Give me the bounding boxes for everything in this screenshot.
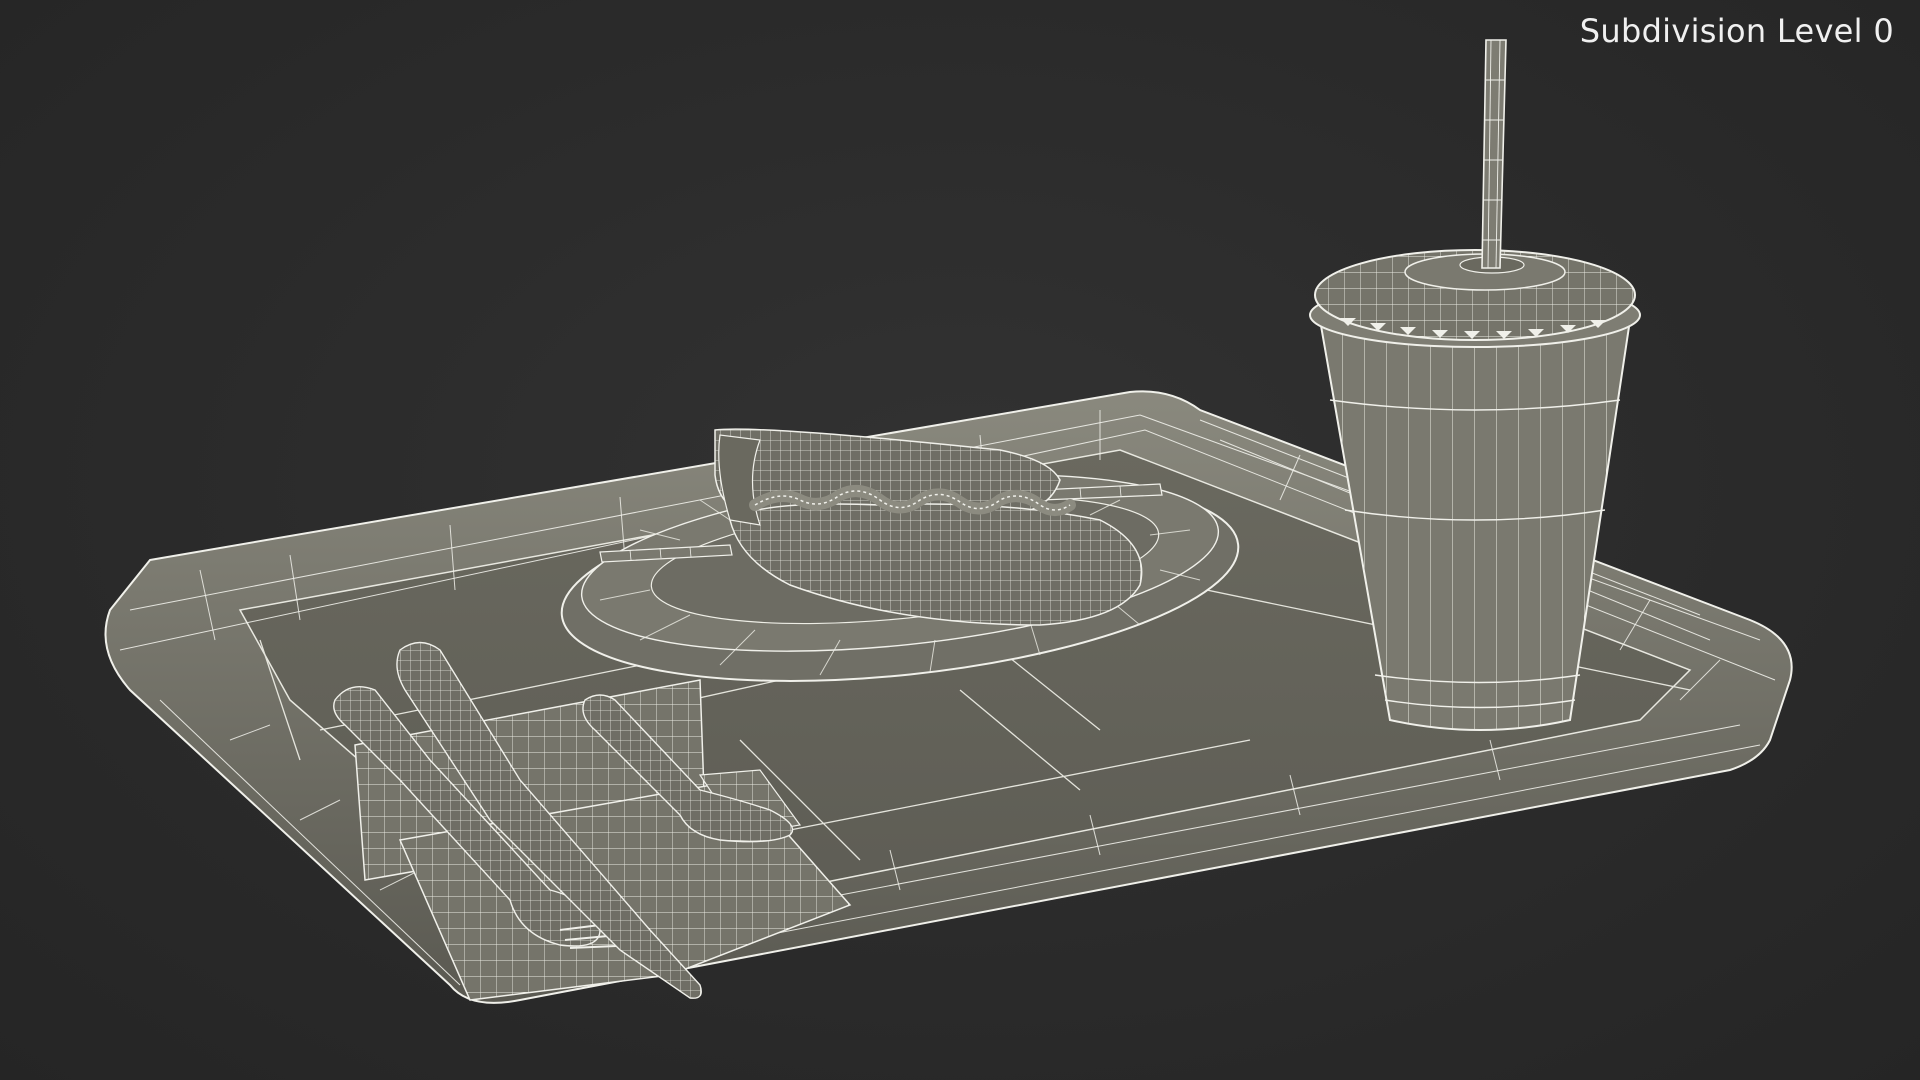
lid <box>1309 249 1641 348</box>
straw <box>1481 39 1507 269</box>
subdivision-level-label: Subdivision Level 0 <box>1579 12 1894 50</box>
wireframe-scene <box>104 39 1793 1004</box>
3d-viewport[interactable]: Subdivision Level 0 <box>0 0 1920 1080</box>
